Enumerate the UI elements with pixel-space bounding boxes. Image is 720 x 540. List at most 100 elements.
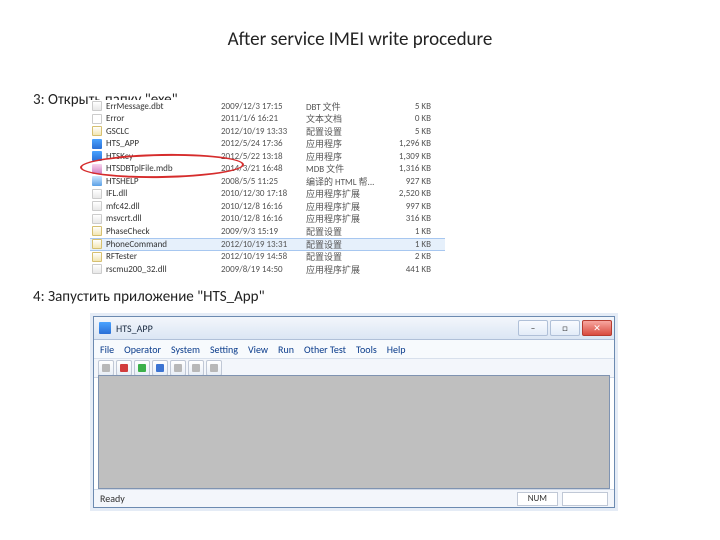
file-size: 1 KB (376, 239, 431, 250)
menu-tools[interactable]: Tools (356, 343, 377, 356)
file-name: HTSDBTplFile.mdb (106, 163, 221, 174)
file-icon (92, 239, 102, 249)
menu-file[interactable]: File (100, 343, 114, 356)
toolbar-button[interactable] (188, 360, 204, 376)
file-name: HTSKey (106, 151, 221, 162)
file-date: 2012/10/19 14:58 (221, 251, 306, 262)
file-name: rscmu200_32.dll (106, 264, 221, 275)
file-size: 997 KB (376, 201, 431, 212)
file-type: 应用程序 (306, 150, 376, 163)
file-size: 2 KB (376, 251, 431, 262)
file-name: HTS_APP (106, 138, 221, 149)
file-row[interactable]: mfc42.dll2010/12/8 16:16应用程序扩展997 KB (90, 200, 445, 213)
file-size: 2,520 KB (376, 188, 431, 199)
menu-other-test[interactable]: Other Test (304, 343, 346, 356)
file-icon (92, 252, 102, 262)
menu-operator[interactable]: Operator (124, 343, 161, 356)
file-name: RFTester (106, 251, 221, 262)
window-buttons: – □ ✕ (518, 320, 612, 336)
file-icon (92, 226, 102, 236)
file-size: 441 KB (376, 264, 431, 275)
file-type: 配置设置 (306, 250, 376, 263)
status-cell (562, 492, 608, 506)
file-row[interactable]: Error2011/1/6 16:21文本文档0 KB (90, 113, 445, 126)
file-date: 2009/8/19 14:50 (221, 264, 306, 275)
file-type: 配置设置 (306, 225, 376, 238)
file-icon (92, 126, 102, 136)
statusbar: Ready NUM (94, 489, 614, 507)
titlebar[interactable]: HTS_APP – □ ✕ (94, 317, 614, 340)
toolbar-button[interactable] (152, 360, 168, 376)
file-name: mfc42.dll (106, 201, 221, 212)
file-date: 2008/5/5 11:25 (221, 176, 306, 187)
file-row[interactable]: GSCLC2012/10/19 13:33配置设置5 KB (90, 125, 445, 138)
toolbar-button[interactable] (170, 360, 186, 376)
file-row[interactable]: msvcrt.dll2010/12/8 16:16应用程序扩展316 KB (90, 213, 445, 226)
file-row[interactable]: PhoneCommand2012/10/19 13:31配置设置1 KB (90, 238, 445, 251)
file-row[interactable]: HTSDBTplFile.mdb2014/3/21 16:48MDB 文件1,3… (90, 163, 445, 176)
file-size: 5 KB (376, 126, 431, 137)
file-type: 文本文档 (306, 112, 376, 125)
file-row[interactable]: HTSKey2012/5/22 13:18应用程序1,309 KB (90, 150, 445, 163)
file-size: 0 KB (376, 113, 431, 124)
file-row[interactable]: HTSHELP2008/5/5 11:25编译的 HTML 帮...927 KB (90, 175, 445, 188)
page-title: After service IMEI write procedure (0, 28, 720, 51)
file-type: 配置设置 (306, 125, 376, 138)
menu-run[interactable]: Run (278, 343, 294, 356)
menu-setting[interactable]: Setting (210, 343, 238, 356)
app-icon (99, 322, 111, 334)
file-size: 1,296 KB (376, 138, 431, 149)
status-num: NUM (517, 492, 558, 506)
file-name: HTSHELP (106, 176, 221, 187)
file-date: 2009/9/3 15:19 (221, 226, 306, 237)
file-name: msvcrt.dll (106, 213, 221, 224)
hts-app-window: HTS_APP – □ ✕ File Operator System Setting V… (93, 316, 615, 508)
menu-help[interactable]: Help (387, 343, 406, 356)
file-name: IFL.dll (106, 188, 221, 199)
file-row[interactable]: IFL.dll2010/12/30 17:18应用程序扩展2,520 KB (90, 188, 445, 201)
toolbar-button[interactable] (98, 360, 114, 376)
status-ready: Ready (100, 492, 125, 505)
file-icon (92, 176, 102, 186)
maximize-button[interactable]: □ (550, 320, 580, 336)
minimize-button[interactable]: – (518, 320, 548, 336)
file-date: 2012/10/19 13:33 (221, 126, 306, 137)
menu-view[interactable]: View (248, 343, 268, 356)
file-date: 2012/5/24 17:36 (221, 138, 306, 149)
file-size: 1,309 KB (376, 151, 431, 162)
toolbar-button[interactable] (116, 360, 132, 376)
close-button[interactable]: ✕ (582, 320, 612, 336)
file-icon (92, 264, 102, 274)
file-date: 2010/12/8 16:16 (221, 213, 306, 224)
file-type: 应用程序扩展 (306, 263, 376, 276)
file-row[interactable]: HTS_APP2012/5/24 17:36应用程序1,296 KB (90, 138, 445, 151)
file-row[interactable]: RFTester2012/10/19 14:58配置设置2 KB (90, 251, 445, 264)
window-title: HTS_APP (116, 322, 518, 335)
file-type: DBT 文件 (306, 100, 376, 113)
file-size: 5 KB (376, 101, 431, 112)
step-4-text: 4: Запустить приложение "HTS_App" (33, 288, 265, 307)
file-icon (92, 164, 102, 174)
file-row[interactable]: ErrMessage.dbt2009/12/3 17:15DBT 文件5 KB (90, 100, 445, 113)
menubar[interactable]: File Operator System Setting View Run Other Te… (94, 340, 614, 359)
file-date: 2010/12/8 16:16 (221, 201, 306, 212)
file-row[interactable]: PhaseCheck2009/9/3 15:19配置设置1 KB (90, 225, 445, 238)
file-type: 应用程序 (306, 137, 376, 150)
file-type: 配置设置 (306, 238, 376, 251)
file-name: PhoneCommand (106, 239, 221, 250)
toolbar-button[interactable] (206, 360, 222, 376)
file-type: 应用程序扩展 (306, 200, 376, 213)
file-icon (92, 114, 102, 124)
file-date: 2010/12/30 17:18 (221, 188, 306, 199)
file-name: GSCLC (106, 126, 221, 137)
file-name: Error (106, 113, 221, 124)
menu-system[interactable]: System (171, 343, 200, 356)
file-icon (92, 139, 102, 149)
file-icon (92, 201, 102, 211)
file-date: 2011/1/6 16:21 (221, 113, 306, 124)
file-size: 1 KB (376, 226, 431, 237)
file-row[interactable]: rscmu200_32.dll2009/8/19 14:50应用程序扩展441 … (90, 263, 445, 276)
file-date: 2014/3/21 16:48 (221, 163, 306, 174)
file-date: 2009/12/3 17:15 (221, 101, 306, 112)
toolbar-button[interactable] (134, 360, 150, 376)
